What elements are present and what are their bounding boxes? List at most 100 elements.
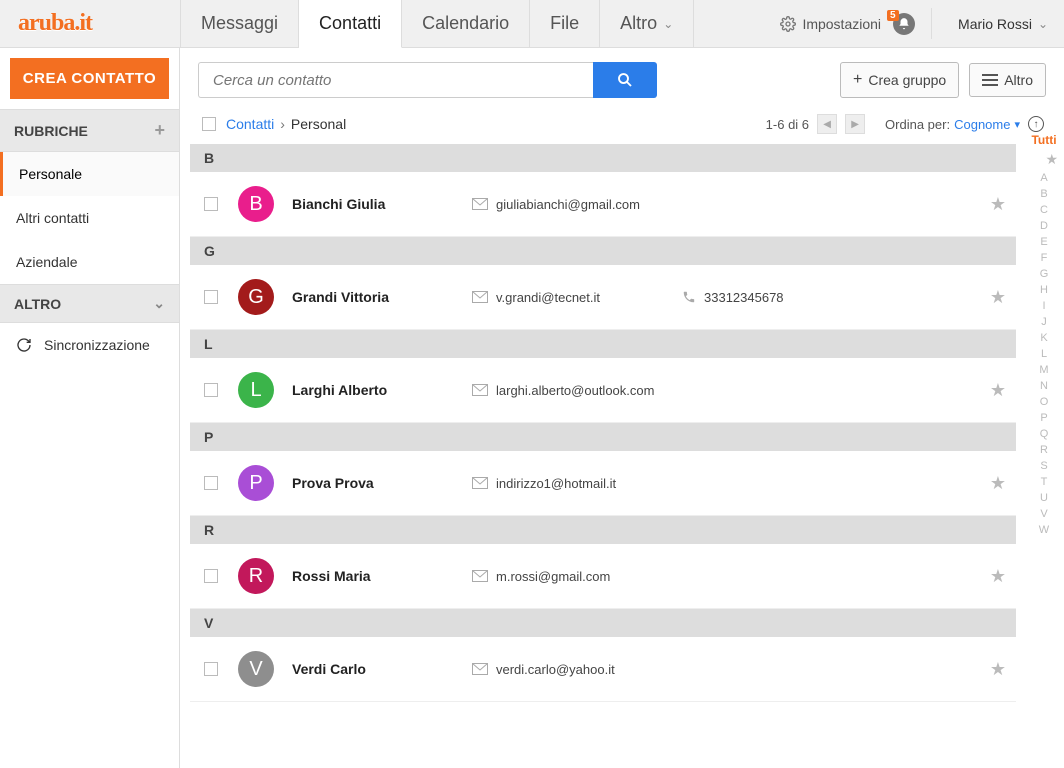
row-checkbox[interactable] bbox=[204, 290, 218, 304]
settings-label: Impostazioni bbox=[802, 16, 881, 32]
letter-header: B bbox=[190, 144, 1016, 172]
chevron-down-icon[interactable]: ▾ bbox=[1014, 118, 1020, 131]
contact-row[interactable]: RRossi Mariam.rossi@gmail.com★ bbox=[190, 544, 1016, 609]
contact-email: v.grandi@tecnet.it bbox=[472, 290, 682, 305]
altro-label: Altro bbox=[1004, 72, 1033, 88]
star-toggle[interactable]: ★ bbox=[990, 287, 1006, 308]
pager-prev[interactable]: ◀ bbox=[817, 114, 837, 134]
star-toggle[interactable]: ★ bbox=[990, 566, 1006, 587]
app-header: aruba.it Messaggi Contatti Calendario Fi… bbox=[0, 0, 1064, 48]
rubriche-label: RUBRICHE bbox=[14, 123, 88, 139]
alpha-letter[interactable]: L bbox=[1041, 347, 1047, 361]
nav-tabs: Messaggi Contatti Calendario File Altro … bbox=[180, 0, 694, 47]
user-menu[interactable]: Mario Rossi ⌄ bbox=[958, 16, 1048, 32]
sync-label: Sincronizzazione bbox=[44, 337, 150, 353]
alpha-letter[interactable]: V bbox=[1040, 507, 1047, 521]
rubriche-header: RUBRICHE + bbox=[0, 109, 179, 152]
contact-name: Grandi Vittoria bbox=[292, 289, 472, 305]
search-icon bbox=[616, 71, 634, 89]
breadcrumb-root[interactable]: Contatti bbox=[226, 116, 274, 132]
row-checkbox[interactable] bbox=[204, 476, 218, 490]
alpha-letter[interactable]: G bbox=[1040, 267, 1049, 281]
sidebar-item-personale[interactable]: Personale bbox=[0, 152, 179, 196]
alpha-star[interactable]: ★ bbox=[1045, 150, 1058, 169]
alpha-letter[interactable]: J bbox=[1041, 315, 1047, 329]
tab-altro[interactable]: Altro ⌄ bbox=[600, 0, 694, 47]
contact-row[interactable]: BBianchi Giuliagiuliabianchi@gmail.com★ bbox=[190, 172, 1016, 237]
alpha-letter[interactable]: P bbox=[1040, 411, 1047, 425]
alpha-letter[interactable]: U bbox=[1040, 491, 1048, 505]
tab-contatti[interactable]: Contatti bbox=[299, 0, 402, 48]
row-checkbox[interactable] bbox=[204, 197, 218, 211]
alpha-letter[interactable]: M bbox=[1039, 363, 1048, 377]
notifications-button[interactable]: 5 bbox=[893, 13, 915, 35]
alpha-tutti[interactable]: Tutti bbox=[1031, 132, 1056, 148]
contact-email: giuliabianchi@gmail.com bbox=[472, 197, 682, 212]
alpha-letter[interactable]: Q bbox=[1040, 427, 1049, 441]
sidebar-item-aziendale[interactable]: Aziendale bbox=[0, 240, 179, 284]
alpha-letter[interactable]: A bbox=[1040, 171, 1047, 185]
alpha-letter[interactable]: N bbox=[1040, 379, 1048, 393]
alpha-letter[interactable]: D bbox=[1040, 219, 1048, 233]
tab-messaggi[interactable]: Messaggi bbox=[180, 0, 299, 47]
contact-list: BBBianchi Giuliagiuliabianchi@gmail.com★… bbox=[190, 144, 1054, 768]
sidebar-altro-header[interactable]: ALTRO ⌄ bbox=[0, 284, 179, 323]
row-checkbox[interactable] bbox=[204, 383, 218, 397]
breadcrumb-row: Contatti › Personal 1-6 di 6 ◀ ▶ Ordina … bbox=[190, 110, 1054, 144]
contact-row[interactable]: PProva Provaindirizzo1@hotmail.it★ bbox=[190, 451, 1016, 516]
avatar: G bbox=[238, 279, 274, 315]
contact-email: larghi.alberto@outlook.com bbox=[472, 383, 682, 398]
row-checkbox[interactable] bbox=[204, 662, 218, 676]
sort-label: Ordina per: bbox=[885, 117, 950, 132]
contact-row[interactable]: GGrandi Vittoriav.grandi@tecnet.it333123… bbox=[190, 265, 1016, 330]
alpha-letter[interactable]: C bbox=[1040, 203, 1048, 217]
alpha-letter[interactable]: K bbox=[1040, 331, 1047, 345]
create-contact-button[interactable]: CREA CONTATTO bbox=[10, 58, 169, 99]
tab-calendario[interactable]: Calendario bbox=[402, 0, 530, 47]
tab-file[interactable]: File bbox=[530, 0, 600, 47]
sort-direction-toggle[interactable]: ↑ bbox=[1028, 116, 1044, 132]
notification-badge: 5 bbox=[887, 10, 899, 21]
star-toggle[interactable]: ★ bbox=[990, 380, 1006, 401]
search-input[interactable] bbox=[198, 62, 593, 98]
letter-header: G bbox=[190, 237, 1016, 265]
create-group-button[interactable]: + Crea gruppo bbox=[840, 62, 959, 98]
contact-row[interactable]: LLarghi Albertolarghi.alberto@outlook.co… bbox=[190, 358, 1016, 423]
header-right: Impostazioni 5 Mario Rossi ⌄ bbox=[764, 0, 1064, 47]
avatar: P bbox=[238, 465, 274, 501]
star-toggle[interactable]: ★ bbox=[990, 194, 1006, 215]
altro-button[interactable]: Altro bbox=[969, 63, 1046, 97]
toolbar: + Crea gruppo Altro bbox=[190, 62, 1054, 98]
star-toggle[interactable]: ★ bbox=[990, 473, 1006, 494]
pager: 1-6 di 6 ◀ ▶ bbox=[766, 114, 865, 134]
contact-row[interactable]: VVerdi Carloverdi.carlo@yahoo.it★ bbox=[190, 637, 1016, 702]
sort-field[interactable]: Cognome bbox=[954, 117, 1010, 132]
alpha-letter[interactable]: R bbox=[1040, 443, 1048, 457]
search-button[interactable] bbox=[593, 62, 657, 98]
chevron-down-icon: ⌄ bbox=[1038, 17, 1048, 31]
alpha-letter[interactable]: H bbox=[1040, 283, 1048, 297]
alpha-letter[interactable]: E bbox=[1040, 235, 1047, 249]
sidebar-item-altri-contatti[interactable]: Altri contatti bbox=[0, 196, 179, 240]
pager-next[interactable]: ▶ bbox=[845, 114, 865, 134]
alpha-letter[interactable]: T bbox=[1041, 475, 1048, 489]
settings-link[interactable]: Impostazioni bbox=[780, 16, 881, 32]
alpha-letter[interactable]: I bbox=[1042, 299, 1045, 313]
alpha-letter[interactable]: B bbox=[1040, 187, 1047, 201]
row-checkbox[interactable] bbox=[204, 569, 218, 583]
mail-icon bbox=[472, 477, 488, 489]
star-toggle[interactable]: ★ bbox=[990, 659, 1006, 680]
contact-email: verdi.carlo@yahoo.it bbox=[472, 662, 682, 677]
main-panel: + Crea gruppo Altro Contatti › Personal … bbox=[180, 48, 1064, 768]
alpha-letter[interactable]: W bbox=[1039, 523, 1049, 537]
alpha-letter[interactable]: O bbox=[1040, 395, 1049, 409]
pager-range: 1-6 di 6 bbox=[766, 117, 809, 132]
mail-icon bbox=[472, 570, 488, 582]
username-label: Mario Rossi bbox=[958, 16, 1032, 32]
sync-row[interactable]: Sincronizzazione bbox=[0, 323, 179, 367]
letter-header: R bbox=[190, 516, 1016, 544]
plus-icon[interactable]: + bbox=[154, 120, 165, 141]
select-all-checkbox[interactable] bbox=[202, 117, 216, 131]
alpha-letter[interactable]: F bbox=[1041, 251, 1048, 265]
alpha-letter[interactable]: S bbox=[1040, 459, 1047, 473]
